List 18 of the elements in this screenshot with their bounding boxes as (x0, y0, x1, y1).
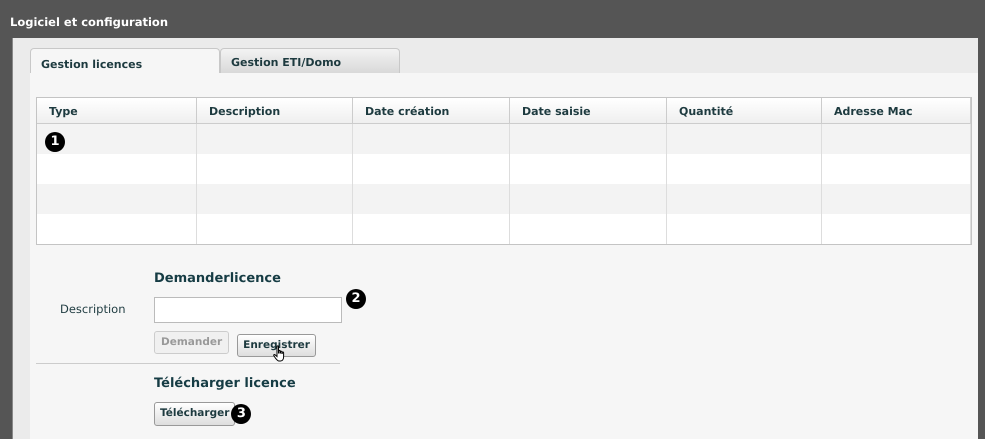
column-header: Date saisie (510, 98, 667, 124)
callout-marker: 2 (346, 288, 366, 308)
section-heading: Demanderlicence (154, 270, 282, 288)
column-header: Adresse Mac (822, 98, 971, 124)
column-header: Description (197, 98, 353, 124)
action-button[interactable]: Enregistrer (237, 334, 316, 358)
callout-marker: 3 (231, 404, 252, 424)
column-header: Date création (353, 98, 510, 124)
description-field[interactable] (154, 296, 342, 322)
tab[interactable]: Gestion ETI/Domo (220, 48, 400, 73)
field-label: Description (59, 300, 126, 318)
callout-marker: 1 (45, 132, 65, 152)
column-header: Type (37, 98, 197, 124)
tab[interactable]: Gestion licences (30, 48, 220, 73)
action-button[interactable]: Télécharger (154, 402, 236, 426)
window-title: Logiciel et configuration (9, 14, 170, 31)
section-heading: Télécharger licence (154, 375, 297, 394)
column-header: Quantité (667, 98, 822, 124)
